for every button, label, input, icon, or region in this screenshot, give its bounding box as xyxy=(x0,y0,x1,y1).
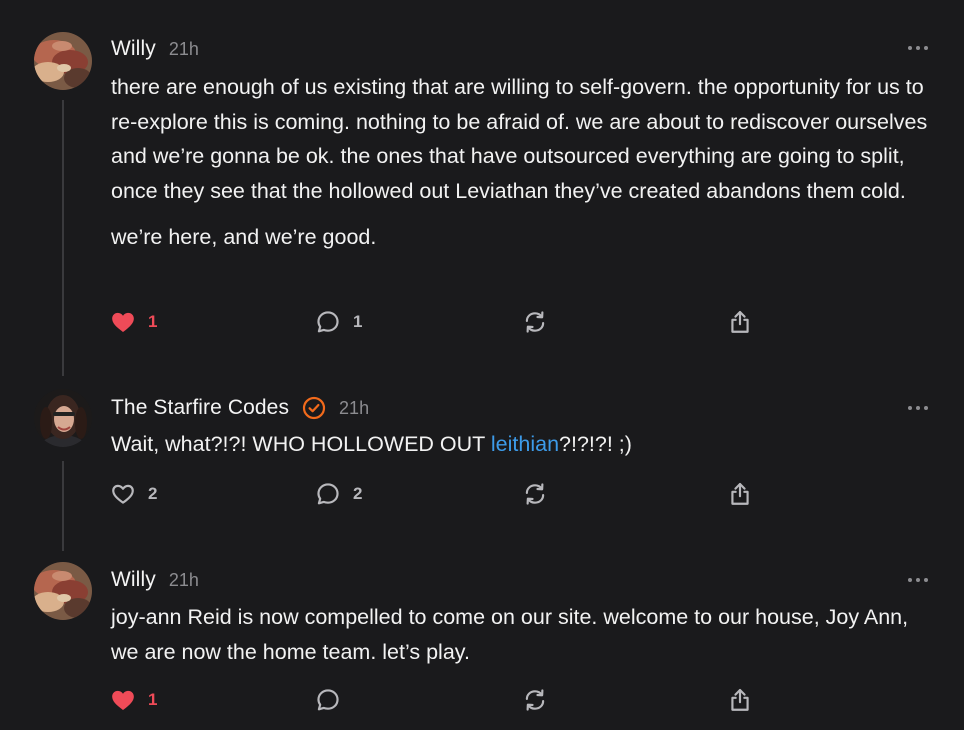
restack-button[interactable] xyxy=(522,686,548,714)
comment-header: Willy 21h xyxy=(111,565,199,595)
share-icon xyxy=(727,687,753,713)
comment-icon xyxy=(315,687,341,713)
heart-filled-icon xyxy=(110,687,136,713)
action-bar: 1 xyxy=(110,686,770,714)
comment-3: Willy 21h joy-ann Reid is now compelled … xyxy=(0,0,964,730)
share-button[interactable] xyxy=(727,686,753,714)
author-name[interactable]: Willy xyxy=(111,568,156,592)
comment-paragraph: joy-ann Reid is now compelled to come on… xyxy=(111,605,909,664)
avatar[interactable] xyxy=(34,562,92,620)
comment-thread: Willy 21h there are enough of us existin… xyxy=(0,0,964,730)
comment-body: joy-ann Reid is now compelled to come on… xyxy=(111,600,941,669)
like-button[interactable]: 1 xyxy=(110,686,157,714)
reply-button[interactable] xyxy=(315,686,341,714)
like-count: 1 xyxy=(148,690,158,709)
more-icon[interactable] xyxy=(906,575,930,585)
timestamp[interactable]: 21h xyxy=(169,570,199,591)
restack-icon xyxy=(522,687,548,713)
